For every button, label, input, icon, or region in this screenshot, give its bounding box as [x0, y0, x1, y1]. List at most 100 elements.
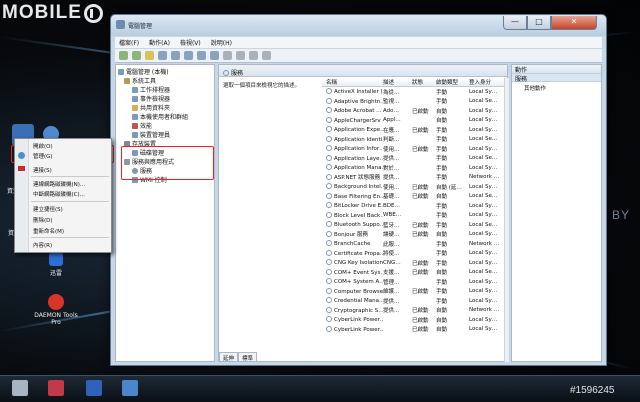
- taskbar: [0, 375, 640, 402]
- table-row[interactable]: Bluetooth Suppo… 藍牙… 已啟動 手動 Local Se…: [322, 220, 505, 230]
- service-name: Adaptive Brightn…: [322, 97, 383, 105]
- service-logon: Local Sy…: [469, 316, 498, 323]
- menu-action[interactable]: 動作(A): [149, 38, 170, 47]
- desktop-icon-daemon-tools[interactable]: DAEMON Tools Pro: [33, 294, 79, 326]
- back-icon[interactable]: [119, 51, 128, 60]
- menu-item-connect[interactable]: 連接(S): [33, 166, 52, 174]
- table-row[interactable]: CyberLink Power… 已啟動 自動 Local Sy…: [322, 315, 505, 325]
- service-name-text: Background Intel…: [334, 184, 383, 191]
- tree-node[interactable]: 本機使用者和群組: [118, 112, 212, 121]
- service-gear-icon: [326, 231, 332, 238]
- tree-node[interactable]: 系統工具: [118, 76, 212, 85]
- vertical-scrollbar[interactable]: [504, 78, 509, 362]
- menu-item-properties[interactable]: 內容(R): [33, 241, 52, 249]
- close-button[interactable]: ✕: [551, 16, 597, 30]
- export-list-icon[interactable]: [184, 51, 193, 60]
- table-row[interactable]: Adobe Acrobat … Ado… 已啟動 自動 Local Sy…: [322, 106, 505, 116]
- restart-icon[interactable]: [262, 51, 271, 60]
- tree-node[interactable]: 裝置管理員: [118, 130, 212, 139]
- tab-extended[interactable]: 延伸: [219, 352, 239, 362]
- table-row[interactable]: CNG Key Isolation CNG… 已啟動 手動 Local Sy…: [322, 258, 505, 268]
- table-row[interactable]: COM+ System A… 管理… 手動 Local Sy…: [322, 277, 505, 287]
- table-row[interactable]: Block Level Back… WBE… 手動 Local Sy…: [322, 211, 505, 221]
- taskbar-app-icon[interactable]: [86, 380, 102, 396]
- menu-help[interactable]: 說明(H): [211, 38, 232, 47]
- tree-node-label: 效能: [140, 123, 153, 130]
- service-gear-icon: [326, 287, 332, 294]
- tree-node[interactable]: 電腦管理 (本機): [118, 67, 212, 76]
- table-row[interactable]: Background Intel… 使用… 已啟動 自動 (延… Local Sy…: [322, 182, 505, 192]
- table-row[interactable]: Application Mana… 對於… 手動 Local Sy…: [322, 163, 505, 173]
- minimize-button[interactable]: —: [503, 16, 527, 30]
- column-header-startup-type[interactable]: 啟動類型: [436, 78, 469, 86]
- taskbar-app-icon[interactable]: [48, 380, 64, 396]
- tree-node[interactable]: 效能: [118, 121, 212, 130]
- table-row[interactable]: Certificate Propa… 將使… 手動 Local Sy…: [322, 249, 505, 259]
- table-row[interactable]: Bonjour 服務 讓硬… 已啟動 自動 Local Sy…: [322, 230, 505, 240]
- taskbar-app-icon[interactable]: [12, 380, 28, 396]
- tree-node[interactable]: 工作排程器: [118, 85, 212, 94]
- table-row[interactable]: Cryptographic S… 提供… 已啟動 自動 Network …: [322, 306, 505, 316]
- table-row[interactable]: BitLocker Drive E… BDE… 手動 Local Sy…: [322, 201, 505, 211]
- more-actions-link[interactable]: 其他動作: [512, 82, 601, 92]
- menu-item-create-shortcut[interactable]: 建立捷徑(S): [33, 205, 63, 213]
- pause-icon[interactable]: [249, 51, 258, 60]
- service-name: Adobe Acrobat …: [322, 107, 383, 114]
- column-header-log-on-as[interactable]: 登入身分: [469, 78, 505, 86]
- context-menu: 開啟(O) 管理(G) 連接(S) 連線網路磁碟機(N)... 中斷網路磁碟機(…: [14, 138, 112, 253]
- desktop-icon-xunlei[interactable]: 迅雷: [33, 252, 79, 277]
- tree-node[interactable]: 事件檢視器: [118, 94, 212, 103]
- menu-item-open[interactable]: 開啟(O): [33, 142, 53, 150]
- table-row[interactable]: CyberLink Power… 已啟動 自動 Local Sy…: [322, 325, 505, 335]
- column-header-name[interactable]: 名稱: [322, 78, 383, 86]
- table-row[interactable]: AppleChargerSrv Appl… 自動 Local Sy…: [322, 116, 505, 126]
- table-row[interactable]: Application Laye… 提供… 手動 Local Se…: [322, 154, 505, 164]
- service-description-cell: 維護…: [383, 289, 400, 296]
- table-row[interactable]: Adaptive Brightn… 監視… 手動 Local Se…: [322, 97, 505, 107]
- service-logon: Network …: [469, 174, 500, 181]
- column-header-status[interactable]: 狀態: [412, 78, 436, 86]
- help-icon[interactable]: [197, 51, 206, 60]
- table-row[interactable]: Application Expe… 在應… 已啟動 手動 Local Sy…: [322, 125, 505, 135]
- table-row[interactable]: Application Infor… 使用… 已啟動 手動 Local Sy…: [322, 144, 505, 154]
- table-row[interactable]: COM+ Event Sys… 支援… 已啟動 自動 Local Se…: [322, 268, 505, 278]
- table-row[interactable]: ActiveX Installer (… 為從… 手動 Local Sy…: [322, 87, 505, 97]
- table-row[interactable]: Computer Browser 維護… 已啟動 手動 Local Sy…: [322, 287, 505, 297]
- actions-section-services[interactable]: 服務: [512, 73, 601, 83]
- service-name: Application Mana…: [322, 164, 383, 171]
- console-icon[interactable]: [210, 51, 219, 60]
- service-logon: Local Se…: [469, 155, 498, 162]
- menu-item-map-drive[interactable]: 連線網路磁碟機(N)...: [33, 180, 85, 188]
- column-header-description[interactable]: 描述: [383, 78, 412, 86]
- stop-icon[interactable]: [236, 51, 245, 60]
- taskbar-app-icon[interactable]: [122, 380, 138, 396]
- title-bar[interactable]: 電腦管理 — □ ✕: [111, 15, 606, 36]
- up-folder-icon[interactable]: [145, 51, 154, 60]
- service-startup-type: 自動: [436, 308, 448, 315]
- play-icon[interactable]: [223, 51, 232, 60]
- menu-view[interactable]: 檢視(V): [180, 38, 201, 47]
- toolbar: [115, 49, 602, 63]
- service-name: Application Infor…: [322, 145, 383, 152]
- menu-bar: 檔案(F) 動作(A) 檢視(V) 說明(H): [115, 37, 602, 48]
- table-row[interactable]: Base Filtering En… 基礎… 已啟動 自動 Local Se…: [322, 192, 505, 202]
- menu-file[interactable]: 檔案(F): [119, 38, 139, 47]
- table-row[interactable]: BranchCache 此服… 手動 Network …: [322, 239, 505, 249]
- menu-separator: [31, 201, 109, 202]
- menu-item-delete[interactable]: 刪除(D): [33, 216, 53, 224]
- menu-item-disconnect-drive[interactable]: 中斷網路磁碟機(C)...: [33, 190, 85, 198]
- performance-icon: [132, 123, 138, 129]
- table-row[interactable]: Application Identi… 判斷… 手動 Local Se…: [322, 135, 505, 145]
- table-row[interactable]: ASP.NET 狀態服務 提供… 手動 Network …: [322, 173, 505, 183]
- table-row[interactable]: Credential Mana… 提供… 手動 Local Sy…: [322, 296, 505, 306]
- system-tools-icon: [124, 78, 130, 84]
- menu-item-rename[interactable]: 重新命名(M): [33, 227, 64, 235]
- show-tree-icon[interactable]: [158, 51, 167, 60]
- menu-item-manage[interactable]: 管理(G): [33, 152, 53, 160]
- tree-node[interactable]: 共用資料夾: [118, 103, 212, 112]
- tab-standard[interactable]: 標準: [238, 352, 258, 362]
- forward-icon[interactable]: [132, 51, 141, 60]
- maximize-button[interactable]: □: [527, 16, 551, 30]
- properties-icon[interactable]: [171, 51, 180, 60]
- desktop-icon-label: 迅雷: [49, 270, 62, 277]
